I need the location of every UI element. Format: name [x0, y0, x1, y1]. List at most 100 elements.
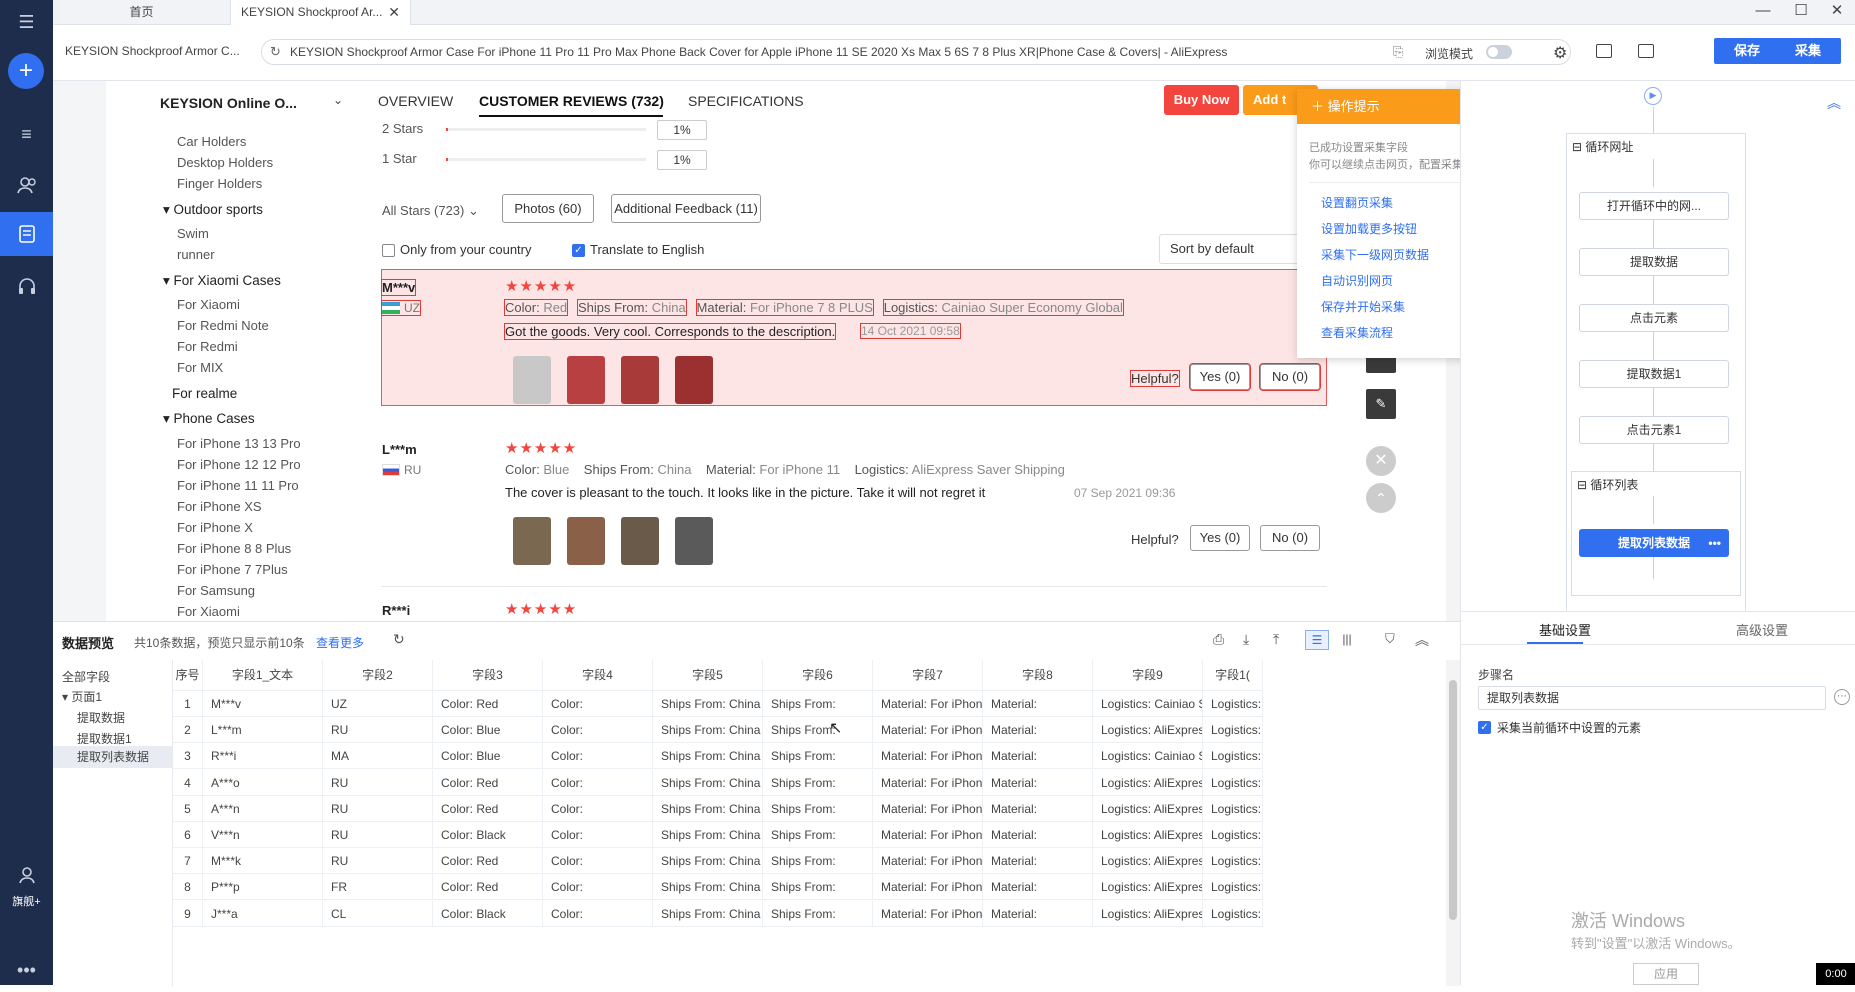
pagination-link[interactable]: 设置翻页采集: [1321, 194, 1393, 211]
table-cell[interactable]: Color: Blue: [433, 717, 543, 744]
table-cell[interactable]: Color:: [543, 795, 653, 822]
table-cell[interactable]: Color: Blue: [433, 743, 543, 770]
category-item[interactable]: For iPhone 11 11 Pro: [177, 478, 299, 493]
auto-detect-link[interactable]: 自动识别网页: [1321, 272, 1393, 289]
row-index[interactable]: 5: [173, 795, 203, 822]
attr-material[interactable]: For iPhone 7 8 PLUS: [750, 300, 873, 315]
table-cell[interactable]: RU: [323, 717, 433, 744]
upload-icon[interactable]: ⤒: [1273, 631, 1279, 648]
save-start-link[interactable]: 保存并开始采集: [1321, 298, 1405, 315]
tab-product[interactable]: KEYSION Shockproof Ar... ✕: [231, 0, 411, 25]
table-cell[interactable]: CL: [323, 900, 433, 927]
flow-node-click-1[interactable]: 点击元素1: [1579, 416, 1729, 444]
helpful-no-button[interactable]: No (0): [1259, 363, 1321, 391]
table-cell[interactable]: Logistics:: [1203, 769, 1263, 796]
collapse-up-icon[interactable]: ︽: [1827, 93, 1841, 113]
table-cell[interactable]: Logistics: AliExpress S...: [1093, 769, 1203, 796]
flow-node-open-url[interactable]: 打开循环中的网...: [1579, 192, 1729, 220]
table-cell[interactable]: Ships From:: [763, 874, 873, 901]
helpful-yes-button[interactable]: Yes (0): [1189, 363, 1251, 391]
column-view-icon[interactable]: |||: [1335, 630, 1359, 650]
view-more-link[interactable]: 查看更多: [316, 634, 364, 651]
table-cell[interactable]: M***k: [203, 848, 323, 875]
review-date[interactable]: 14 Oct 2021 09:58: [860, 323, 961, 339]
table-cell[interactable]: Logistics: AliExpress S...: [1093, 795, 1203, 822]
helpful-no-button[interactable]: No (0): [1260, 525, 1320, 551]
filter-icon[interactable]: ⛉: [1385, 631, 1395, 647]
table-cell[interactable]: RU: [323, 822, 433, 848]
panel-icon[interactable]: [1596, 44, 1612, 58]
category-heading[interactable]: ▾ Phone Cases: [163, 411, 255, 427]
table-cell[interactable]: Material: For iPhone ...: [873, 691, 983, 717]
column-header[interactable]: 序号: [173, 660, 203, 691]
category-item[interactable]: For Xiaomi: [177, 604, 240, 619]
review-photo[interactable]: [567, 356, 605, 404]
grid-scrollbar[interactable]: [1446, 660, 1460, 986]
table-cell[interactable]: Logistics: Cainiao Sup...: [1093, 691, 1203, 717]
url-input[interactable]: ↻ KEYSION Shockproof Armor Case For iPho…: [261, 39, 1571, 65]
tab-basic-settings[interactable]: 基础设置: [1539, 620, 1591, 639]
table-cell[interactable]: Color: Red: [433, 874, 543, 901]
category-item[interactable]: Swim: [177, 226, 209, 241]
table-cell[interactable]: R***i: [203, 743, 323, 770]
table-cell[interactable]: A***n: [203, 795, 323, 822]
table-cell[interactable]: Material:: [983, 874, 1093, 901]
table-cell[interactable]: Color: Black: [433, 900, 543, 927]
table-cell[interactable]: Material: For iPhone ...: [873, 874, 983, 901]
review-photo[interactable]: [621, 517, 659, 565]
maximize-icon[interactable]: ☐: [1783, 0, 1819, 25]
collect-button[interactable]: 采集: [1775, 38, 1841, 64]
category-item[interactable]: For iPhone 8 8 Plus: [177, 541, 291, 556]
tree-item-extract[interactable]: 提取数据: [77, 709, 125, 726]
minimize-icon[interactable]: —: [1745, 0, 1781, 25]
table-cell[interactable]: Logistics:: [1203, 874, 1263, 901]
table-cell[interactable]: Color:: [543, 848, 653, 875]
vip-label[interactable]: 旗舰+: [0, 893, 53, 909]
row-index[interactable]: 6: [173, 822, 203, 848]
tree-item-list-extract[interactable]: 提取列表数据: [53, 746, 173, 768]
table-cell[interactable]: L***m: [203, 717, 323, 744]
table-cell[interactable]: Ships From:: [763, 848, 873, 875]
table-cell[interactable]: Color:: [543, 717, 653, 744]
tree-item-extract-1[interactable]: 提取数据1: [77, 730, 132, 747]
more-options-icon[interactable]: •••: [1708, 529, 1721, 557]
table-cell[interactable]: Color:: [543, 769, 653, 796]
table-cell[interactable]: Logistics:: [1203, 743, 1263, 770]
gear-icon[interactable]: ⚙: [1553, 43, 1567, 63]
table-cell[interactable]: Ships From: China: [653, 795, 763, 822]
table-cell[interactable]: Ships From: China: [653, 717, 763, 744]
category-item[interactable]: For Samsung: [177, 583, 255, 598]
only-country-checkbox[interactable]: [382, 244, 395, 257]
category-item[interactable]: For Xiaomi: [177, 297, 240, 312]
column-header[interactable]: 字段4: [543, 660, 653, 691]
store-name[interactable]: KEYSION Online O...: [160, 95, 297, 111]
table-cell[interactable]: Material:: [983, 848, 1093, 875]
category-item[interactable]: runner: [177, 247, 215, 262]
column-header[interactable]: 字段3: [433, 660, 543, 691]
headset-icon[interactable]: [0, 264, 53, 308]
category-item[interactable]: Car Holders: [177, 134, 246, 149]
table-cell[interactable]: Ships From: China: [653, 848, 763, 875]
category-heading[interactable]: ▾ For Xiaomi Cases: [163, 273, 281, 289]
column-header[interactable]: 字段6: [763, 660, 873, 691]
table-cell[interactable]: Ships From: China: [653, 822, 763, 848]
table-cell[interactable]: UZ: [323, 691, 433, 717]
additional-feedback-button[interactable]: Additional Feedback (11): [611, 194, 761, 223]
table-cell[interactable]: Logistics:: [1203, 717, 1263, 744]
table-cell[interactable]: Ships From:: [763, 691, 873, 717]
table-cell[interactable]: RU: [323, 795, 433, 822]
table-cell[interactable]: RU: [323, 848, 433, 875]
load-more-link[interactable]: 设置加载更多按钮: [1321, 220, 1417, 237]
table-cell[interactable]: Logistics: AliExpress S...: [1093, 900, 1203, 927]
column-header[interactable]: 字段1_文本: [203, 660, 323, 691]
table-cell[interactable]: Material: For iPhone 11: [873, 769, 983, 796]
table-cell[interactable]: Material: For iPhone ...: [873, 743, 983, 770]
loop-url-label[interactable]: ⊟ 循环网址: [1572, 138, 1633, 155]
table-cell[interactable]: Color:: [543, 743, 653, 770]
close-window-icon[interactable]: ✕: [1819, 0, 1855, 25]
table-cell[interactable]: Color: Red: [433, 848, 543, 875]
sort-select[interactable]: Sort by default: [1159, 234, 1319, 264]
table-cell[interactable]: Ships From: China: [653, 743, 763, 770]
step-name-input[interactable]: 提取列表数据: [1478, 686, 1826, 710]
review-photo[interactable]: [513, 356, 551, 404]
